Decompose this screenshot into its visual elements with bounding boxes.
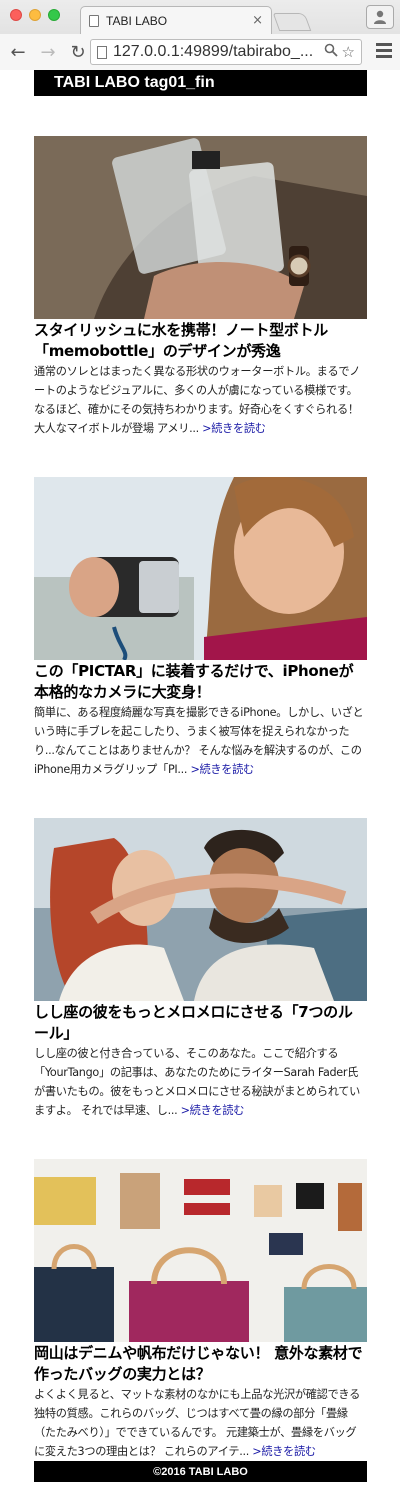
- article-excerpt: 通常のソレとはまったく異なる形状のウォーターボトル。まるでノートのようなビジュア…: [34, 362, 367, 438]
- browser-tab[interactable]: TABI LABO ×: [80, 6, 272, 34]
- toolbar: ← → ↻ 127.0.0.1:49899/tabirabo_... ☆: [0, 34, 400, 70]
- article-excerpt: しし座の彼と付き合っている、そこのあなた。ここで紹介する「YourTango」の…: [34, 1044, 367, 1120]
- close-window-button[interactable]: [10, 9, 22, 21]
- article-card: スタイリッシュに水を携帯！ノート型ボトル「memobottle」のデザインが秀逸…: [34, 136, 367, 438]
- article-title[interactable]: しし座の彼をもっとメロメロにさせる「7つのルール」: [34, 1002, 367, 1044]
- article-title[interactable]: 岡山はデニムや帆布だけじゃない！ 意外な素材で作ったバッグの実力とは？: [34, 1343, 367, 1385]
- article-image-pictar[interactable]: [34, 477, 367, 660]
- tab-title: TABI LABO: [106, 13, 168, 28]
- article-image-memobottle[interactable]: [34, 136, 367, 319]
- document-icon: [97, 45, 107, 59]
- copyright-text: ©2016 TABI LABO: [153, 1465, 248, 1478]
- reload-button[interactable]: ↻: [66, 40, 90, 64]
- article-card: しし座の彼をもっとメロメロにさせる「7つのルール」 しし座の彼と付き合っている、…: [34, 818, 367, 1120]
- page-content: TABI LABO tag01_fin スタイリッシュに水を携帯！ノート型ボトル…: [34, 70, 367, 1458]
- person-icon: [374, 10, 386, 24]
- read-more-link[interactable]: >続きを読む: [190, 763, 254, 776]
- back-button[interactable]: ←: [6, 40, 30, 64]
- read-more-link[interactable]: >続きを読む: [252, 1445, 316, 1458]
- read-more-link[interactable]: >続きを読む: [202, 422, 266, 435]
- site-header: TABI LABO tag01_fin: [34, 70, 367, 96]
- page-icon: [89, 14, 99, 27]
- read-more-link[interactable]: >続きを読む: [181, 1104, 245, 1117]
- article-excerpt: よくよく見ると、マットな素材のなかにも上品な光沢が確認できる独特の質感。これらの…: [34, 1385, 367, 1461]
- new-tab-button[interactable]: [272, 13, 312, 31]
- address-bar[interactable]: 127.0.0.1:49899/tabirabo_... ☆: [90, 39, 362, 65]
- article-image-couple[interactable]: [34, 818, 367, 1001]
- maximize-window-button[interactable]: [48, 9, 60, 21]
- article-title[interactable]: スタイリッシュに水を携帯！ノート型ボトル「memobottle」のデザインが秀逸: [34, 320, 367, 362]
- excerpt-text: 通常のソレとはまったく異なる形状のウォーターボトル。まるでノートのようなビジュア…: [34, 365, 361, 435]
- site-title: TABI LABO tag01_fin: [54, 74, 215, 91]
- minimize-window-button[interactable]: [29, 9, 41, 21]
- tab-close-icon[interactable]: ×: [252, 13, 263, 28]
- url-text[interactable]: 127.0.0.1:49899/tabirabo_...: [113, 43, 320, 61]
- window-controls: [10, 9, 60, 21]
- browser-chrome: TABI LABO × ← → ↻ 127.0.0.1:49899/tabira…: [0, 0, 400, 70]
- menu-icon[interactable]: [376, 43, 392, 59]
- article-card: 岡山はデニムや帆布だけじゃない！ 意外な素材で作ったバッグの実力とは？ よくよく…: [34, 1159, 367, 1461]
- site-footer: ©2016 TABI LABO: [34, 1461, 367, 1482]
- bookmark-star-icon[interactable]: ☆: [342, 43, 355, 61]
- profile-button[interactable]: [366, 5, 394, 29]
- article-title[interactable]: この「PICTAR」に装着するだけで、iPhoneが本格的なカメラに大変身！: [34, 661, 367, 703]
- forward-button[interactable]: →: [36, 40, 60, 64]
- article-excerpt: 簡単に、ある程度綺麗な写真を撮影できるiPhone。しかし、いざという時に手ブレ…: [34, 703, 367, 779]
- article-image-bags[interactable]: [34, 1159, 367, 1342]
- search-icon[interactable]: [324, 43, 338, 61]
- article-card: この「PICTAR」に装着するだけで、iPhoneが本格的なカメラに大変身！ 簡…: [34, 477, 367, 779]
